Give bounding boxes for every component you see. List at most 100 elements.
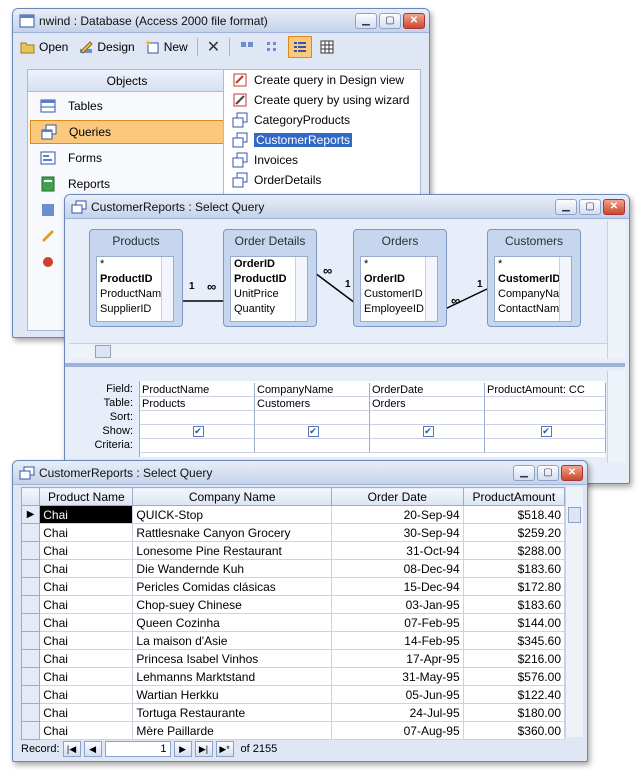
close-button[interactable]: ✕: [561, 464, 583, 481]
table-cell[interactable]: 08-Dec-94: [330, 559, 464, 578]
datasheet-vscroll[interactable]: [565, 487, 583, 737]
row-selector[interactable]: [20, 703, 41, 722]
table-cell[interactable]: 20-Sep-94: [330, 505, 464, 524]
table-cell[interactable]: 24-Jul-95: [330, 703, 464, 722]
table-row[interactable]: Chai La maison d'Asie 14-Feb-95 $345.60: [20, 631, 566, 650]
qbe-field[interactable]: CompanyName: [255, 383, 370, 397]
show-checkbox[interactable]: ✔: [192, 426, 204, 437]
table-cell[interactable]: Wartian Herkku: [132, 685, 332, 704]
new-button[interactable]: New: [142, 37, 191, 57]
list-item[interactable]: Create query in Design view: [224, 70, 420, 90]
show-checkbox[interactable]: ✔: [422, 426, 434, 437]
table-cell[interactable]: Chai: [39, 523, 134, 542]
table-pane-hscroll[interactable]: [69, 343, 607, 359]
vscroll-thumb[interactable]: [568, 507, 581, 523]
table-cell[interactable]: $360.00: [462, 721, 566, 740]
table-cell[interactable]: Chai: [39, 559, 134, 578]
table-cell[interactable]: Die Wandernde Kuh: [132, 559, 332, 578]
field-scrollbar[interactable]: [559, 257, 571, 321]
minimize-button[interactable]: ▁: [555, 198, 577, 215]
qbe-sort[interactable]: [255, 411, 370, 425]
field-list[interactable]: * ProductID ProductName SupplierID: [96, 256, 174, 322]
show-checkbox[interactable]: ✔: [540, 426, 552, 437]
table-cell[interactable]: Queen Cozinha: [132, 613, 332, 632]
next-record-button[interactable]: ▶: [173, 741, 192, 757]
table-cell[interactable]: Lehmanns Marktstand: [132, 667, 332, 686]
table-cell[interactable]: $259.20: [462, 523, 566, 542]
qbe-table[interactable]: Customers: [255, 397, 370, 411]
table-cell[interactable]: Chai: [39, 613, 134, 632]
list-item[interactable]: Invoices: [224, 150, 420, 170]
table-cell[interactable]: $345.60: [462, 631, 566, 650]
row-selector[interactable]: [20, 559, 41, 578]
qbe-criteria[interactable]: [140, 439, 255, 453]
qbe-field[interactable]: OrderDate: [370, 383, 485, 397]
qbe-sort[interactable]: [140, 411, 255, 425]
object-reports[interactable]: Reports: [30, 172, 224, 196]
table-cell[interactable]: Mère Paillarde: [132, 721, 332, 740]
qbe-table[interactable]: Orders: [370, 397, 485, 411]
row-selector[interactable]: [20, 667, 41, 686]
previous-record-button[interactable]: ◀: [83, 741, 102, 757]
table-cell[interactable]: Chop-suey Chinese: [132, 595, 332, 614]
table-cell[interactable]: Chai: [39, 667, 134, 686]
table-row[interactable]: ▶ Chai QUICK-Stop 20-Sep-94 $518.40: [20, 505, 566, 524]
list-view-button[interactable]: [288, 36, 313, 58]
row-selector[interactable]: [20, 541, 41, 560]
maximize-button[interactable]: ▢: [379, 12, 401, 29]
field-scrollbar[interactable]: [295, 257, 307, 321]
table-cell[interactable]: Pericles Comidas clásicas: [132, 577, 332, 596]
table-cell[interactable]: $122.40: [462, 685, 566, 704]
column-header[interactable]: Company Name: [132, 487, 332, 506]
orders-table[interactable]: Orders * OrderID CustomerID EmployeeID: [353, 229, 447, 327]
table-row[interactable]: Chai Tortuga Restaurante 24-Jul-95 $180.00: [20, 703, 566, 722]
delete-button[interactable]: ✕: [204, 35, 223, 59]
table-row[interactable]: Chai Lehmanns Marktstand 31-May-95 $576.00: [20, 667, 566, 686]
maximize-button[interactable]: ▢: [537, 464, 559, 481]
table-row[interactable]: Chai Pericles Comidas clásicas 15-Dec-94 $1…: [20, 577, 566, 596]
qbe-sort[interactable]: [485, 411, 606, 425]
table-row[interactable]: Chai Mère Paillarde 07-Aug-95 $360.00: [20, 721, 566, 740]
field-list[interactable]: * OrderID CustomerID EmployeeID: [360, 256, 438, 322]
table-cell[interactable]: Rattlesnake Canyon Grocery: [132, 523, 332, 542]
table-cell[interactable]: $518.40: [462, 505, 566, 524]
table-row[interactable]: Chai Die Wandernde Kuh 08-Dec-94 $183.60: [20, 559, 566, 578]
qbe-field[interactable]: ProductName: [140, 383, 255, 397]
table-cell[interactable]: Chai: [39, 505, 134, 524]
pane-splitter[interactable]: [65, 363, 625, 367]
hscroll-thumb[interactable]: [95, 345, 111, 358]
row-selector[interactable]: [20, 595, 41, 614]
table-cell[interactable]: Tortuga Restaurante: [132, 703, 332, 722]
table-cell[interactable]: $183.60: [462, 559, 566, 578]
small-icons-button[interactable]: [262, 37, 284, 57]
table-cell[interactable]: Chai: [39, 595, 134, 614]
column-header[interactable]: Order Date: [330, 487, 464, 506]
row-selector[interactable]: [20, 577, 41, 596]
grid-vscroll[interactable]: [607, 371, 625, 463]
design-titlebar[interactable]: CustomerReports : Select Query ▁ ▢ ✕: [65, 195, 629, 219]
table-cell[interactable]: $180.00: [462, 703, 566, 722]
table-cell[interactable]: 31-May-95: [330, 667, 464, 686]
first-record-button[interactable]: |◀: [62, 741, 81, 757]
object-forms[interactable]: Forms: [30, 146, 224, 170]
large-icons-button[interactable]: [236, 37, 258, 57]
qbe-table[interactable]: Products: [140, 397, 255, 411]
minimize-button[interactable]: ▁: [355, 12, 377, 29]
table-row[interactable]: Chai Lonesome Pine Restaurant 31-Oct-94 $28…: [20, 541, 566, 560]
select-all-cell[interactable]: [20, 487, 41, 506]
table-cell[interactable]: 05-Jun-95: [330, 685, 464, 704]
object-queries[interactable]: Queries: [30, 120, 224, 144]
table-cell[interactable]: 07-Aug-95: [330, 721, 464, 740]
table-row[interactable]: Chai Rattlesnake Canyon Grocery 30-Sep-94 $…: [20, 523, 566, 542]
table-row[interactable]: Chai Chop-suey Chinese 03-Jan-95 $183.60: [20, 595, 566, 614]
details-view-button[interactable]: [316, 37, 338, 57]
table-cell[interactable]: 31-Oct-94: [330, 541, 464, 560]
table-row[interactable]: Chai Wartian Herkku 05-Jun-95 $122.40: [20, 685, 566, 704]
table-cell[interactable]: Chai: [39, 541, 134, 560]
field-list[interactable]: * CustomerID CompanyName ContactName: [494, 256, 572, 322]
table-cell[interactable]: $576.00: [462, 667, 566, 686]
qbe-criteria[interactable]: [370, 439, 485, 453]
table-cell[interactable]: Chai: [39, 721, 134, 740]
maximize-button[interactable]: ▢: [579, 198, 601, 215]
row-selector[interactable]: [20, 631, 41, 650]
